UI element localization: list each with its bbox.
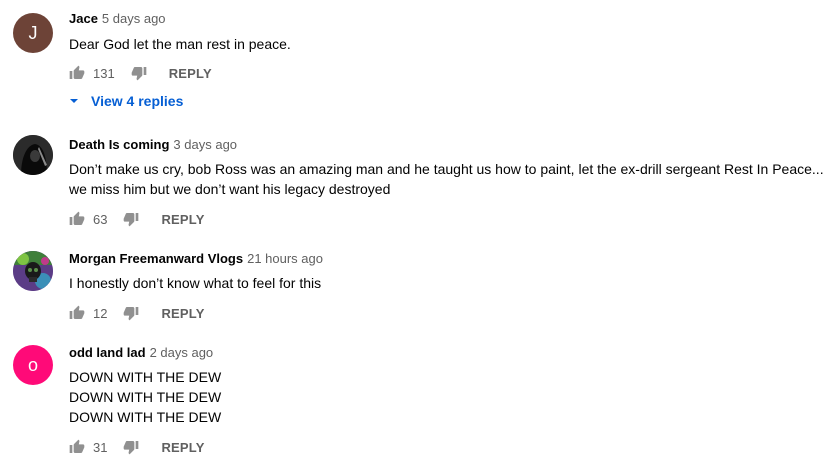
like-button[interactable] <box>69 439 85 455</box>
reply-button[interactable]: REPLY <box>169 66 212 81</box>
thumb-down-icon <box>124 307 139 321</box>
like-button[interactable] <box>69 305 85 321</box>
thumb-down-icon <box>124 441 139 455</box>
comment-header: Jace 5 days ago <box>69 10 166 28</box>
comment-text: DOWN WITH THE DEW <box>69 409 222 425</box>
comment-timestamp[interactable]: 21 hours ago <box>247 251 323 266</box>
thumb-up-icon <box>69 211 85 225</box>
comment-text: we miss him but we don’t want his legacy… <box>69 181 391 197</box>
thumb-down-icon <box>131 67 147 81</box>
thumb-up-icon <box>69 305 85 319</box>
avatar-letter: J <box>28 22 38 43</box>
comment-toolbar: 31 REPLY <box>69 437 205 457</box>
avatar[interactable]: o <box>13 345 53 385</box>
thumb-down-icon <box>124 213 139 227</box>
comment-text: Don’t make us cry, bob Ross was an amazi… <box>69 161 824 177</box>
hooded-figure-avatar-image <box>13 135 53 175</box>
avatar[interactable]: J <box>13 13 53 53</box>
author-name[interactable]: Jace <box>69 11 98 26</box>
like-count: 31 <box>93 439 108 455</box>
view-replies-label: View 4 replies <box>91 93 184 109</box>
comment-timestamp[interactable]: 5 days ago <box>102 11 166 26</box>
skull-graffiti-avatar-image <box>13 251 53 291</box>
avatar-letter: o <box>27 354 38 375</box>
comment-timestamp[interactable]: 3 days ago <box>173 137 237 152</box>
comment-toolbar: 12 REPLY <box>69 303 205 323</box>
avatar[interactable] <box>13 135 53 175</box>
comment-toolbar: 131 REPLY <box>69 63 212 83</box>
view-replies-button[interactable]: View 4 replies <box>69 91 183 111</box>
like-count: 63 <box>93 211 108 227</box>
thumb-up-icon <box>69 65 85 79</box>
avatar[interactable] <box>13 251 53 291</box>
comment-header: Death Is coming 3 days ago <box>69 136 237 154</box>
like-count: 12 <box>93 305 108 321</box>
comment-text: DOWN WITH THE DEW <box>69 369 222 385</box>
dislike-button[interactable] <box>123 211 139 227</box>
dislike-button[interactable] <box>131 65 147 81</box>
dislike-button[interactable] <box>123 439 139 455</box>
comment-header: odd land lad 2 days ago <box>69 344 213 362</box>
comment-text: Dear God let the man rest in peace. <box>69 36 291 52</box>
reply-button[interactable]: REPLY <box>161 306 204 321</box>
reply-button[interactable]: REPLY <box>161 440 204 455</box>
thumb-up-icon <box>69 439 85 453</box>
dislike-button[interactable] <box>123 305 139 321</box>
author-name[interactable]: Death Is coming <box>69 137 169 152</box>
like-count: 131 <box>93 65 115 81</box>
comment-header: Morgan Freemanward Vlogs 21 hours ago <box>69 250 323 268</box>
reply-button[interactable]: REPLY <box>161 212 204 227</box>
caret-down-icon <box>70 99 78 103</box>
author-name[interactable]: Morgan Freemanward Vlogs <box>69 251 243 266</box>
comment-text: I honestly don’t know what to feel for t… <box>69 275 322 291</box>
author-name[interactable]: odd land lad <box>69 345 146 360</box>
like-button[interactable] <box>69 211 85 227</box>
like-button[interactable] <box>69 65 85 81</box>
comment-toolbar: 63 REPLY <box>69 209 205 229</box>
comment-text: DOWN WITH THE DEW <box>69 389 222 405</box>
comment-timestamp[interactable]: 2 days ago <box>150 345 214 360</box>
